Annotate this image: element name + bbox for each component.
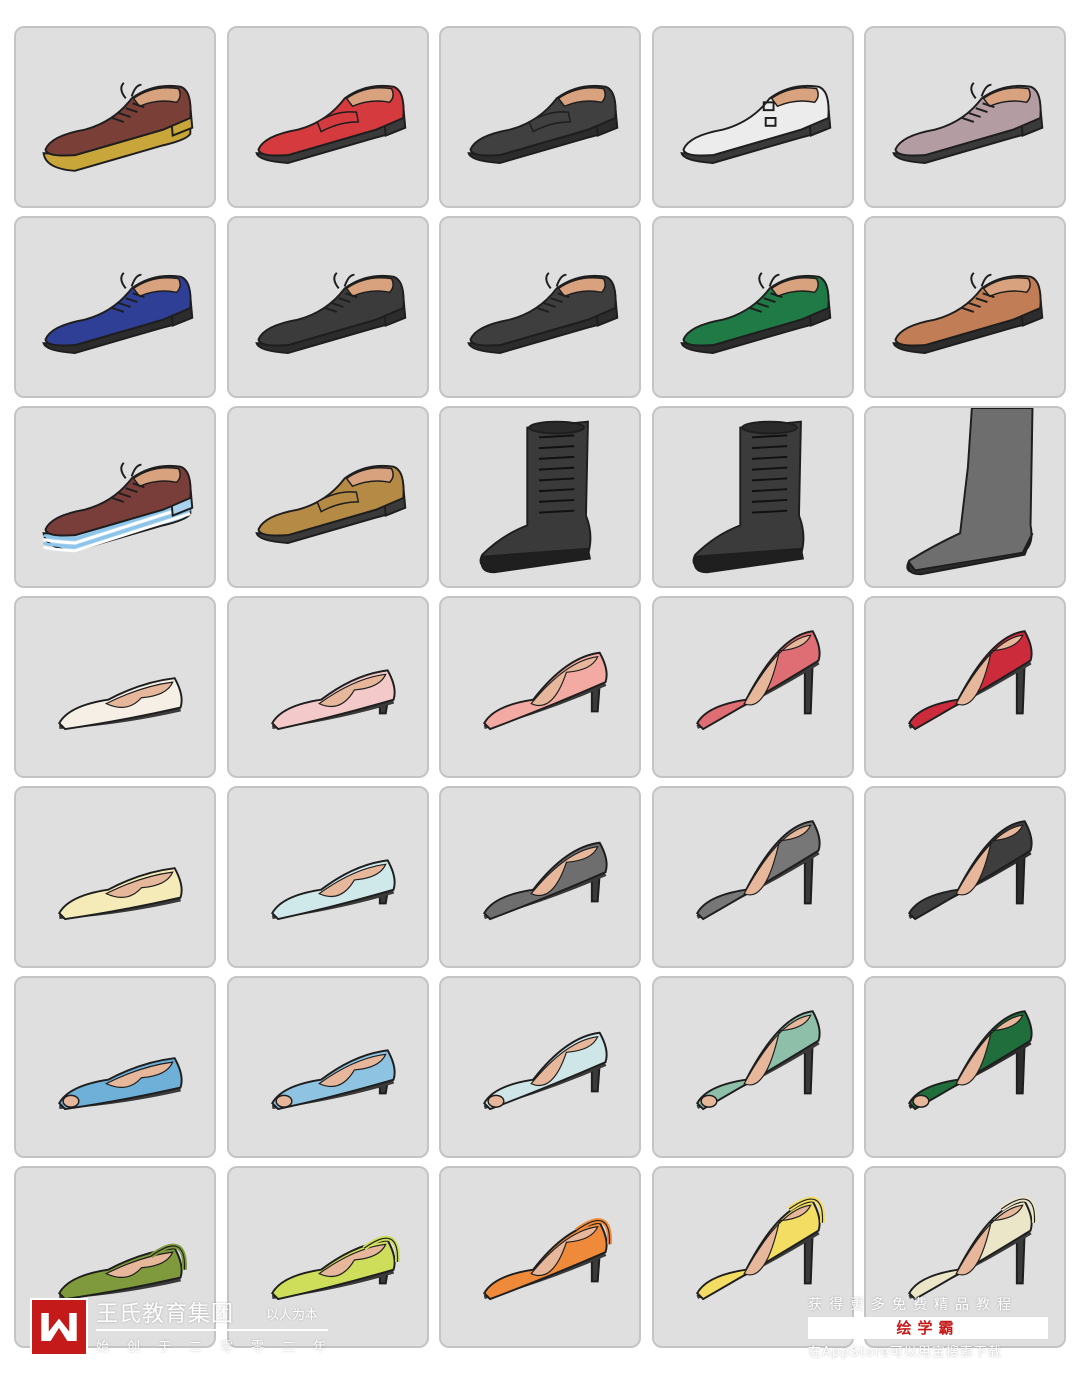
brand-divider — [96, 1329, 328, 1331]
app-watermark: 获得更多免费精品教程 绘学霸 在AppStore可以用宝搜索下载 — [808, 1294, 1052, 1360]
shoe-tile — [864, 786, 1066, 968]
shoe-tile — [226, 786, 429, 968]
shoe-illustration — [679, 272, 831, 354]
shoe-tile — [439, 976, 641, 1158]
brand-name: 王氏教育集团 — [96, 1302, 235, 1327]
shoe-illustration — [679, 84, 831, 164]
shoe-illustration — [892, 82, 1044, 164]
shoe-illustration — [42, 82, 194, 172]
shoe-tile — [14, 786, 216, 968]
shoe-illustration — [270, 1049, 396, 1111]
shoe-illustration — [695, 1010, 821, 1111]
shoe-tile — [439, 216, 641, 398]
shoe-illustration — [908, 820, 1033, 921]
shoe-tile — [864, 216, 1066, 398]
shoe-tile — [651, 596, 854, 778]
shoe-illustration — [483, 651, 608, 731]
shoe-tile — [439, 406, 641, 588]
shoe-illustration — [270, 859, 396, 921]
shoe-tile — [14, 976, 216, 1158]
shoe-illustration — [270, 669, 396, 731]
shoe-tile — [226, 216, 429, 398]
shoe-illustration — [58, 677, 183, 731]
shoe-tile — [651, 216, 854, 398]
shoe-tile — [651, 26, 854, 208]
shoe-tile — [864, 406, 1066, 588]
shoe-illustration — [467, 84, 619, 164]
shoe-illustration — [908, 1010, 1033, 1111]
shoe-tile — [439, 26, 641, 208]
shoe-tile — [226, 26, 429, 208]
shoe-tile — [14, 596, 216, 778]
shoe-illustration — [695, 630, 821, 731]
shoe-illustration — [58, 1057, 183, 1111]
shoe-illustration — [695, 820, 821, 921]
shoe-tile — [864, 26, 1066, 208]
app-name-badge: 绘学霸 — [808, 1317, 1048, 1339]
shoe-tile — [14, 406, 216, 588]
shoe-illustration — [892, 272, 1044, 354]
shoe-tile — [439, 786, 641, 968]
shoe-illustration — [906, 408, 1034, 576]
shoe-illustration — [58, 867, 183, 921]
promo-text: 获得更多免费精品教程 — [808, 1297, 1018, 1313]
shoe-illustration — [483, 1031, 608, 1111]
shoe-illustration — [42, 462, 194, 553]
shoe-illustration — [908, 630, 1033, 731]
shoe-tile — [14, 26, 216, 208]
store-text: 在AppStore可以用宝搜索下载 — [808, 1345, 1002, 1360]
shoe-tile — [439, 596, 641, 778]
shoe-grid — [14, 26, 1066, 1348]
shoe-illustration — [483, 1218, 612, 1301]
brand-logo-icon — [30, 1298, 88, 1356]
shoe-tile — [651, 976, 854, 1158]
shoe-illustration — [254, 464, 406, 544]
shoe-illustration — [42, 272, 194, 354]
shoe-tile — [651, 406, 854, 588]
brand-tagline: 始创于二零零二年 — [96, 1340, 345, 1355]
shoe-tile — [226, 976, 429, 1158]
shoe-tile — [226, 406, 429, 588]
shoe-illustration — [254, 272, 406, 354]
brand-slogan: 以人为本 — [266, 1308, 319, 1323]
shoe-illustration — [467, 272, 619, 354]
shoe-illustration — [479, 420, 592, 574]
shoe-illustration — [692, 420, 804, 574]
shoe-tile — [14, 216, 216, 398]
shoe-illustration — [254, 84, 406, 164]
shoe-tile — [651, 786, 854, 968]
shoe-tile — [864, 976, 1066, 1158]
shoe-tile — [864, 596, 1066, 778]
shoe-tile — [226, 596, 429, 778]
shoe-illustration — [483, 841, 608, 921]
shoe-tile — [439, 1166, 641, 1348]
brand-watermark: 王氏教育集团 以人为本 始创于二零零二年 — [30, 1296, 350, 1358]
